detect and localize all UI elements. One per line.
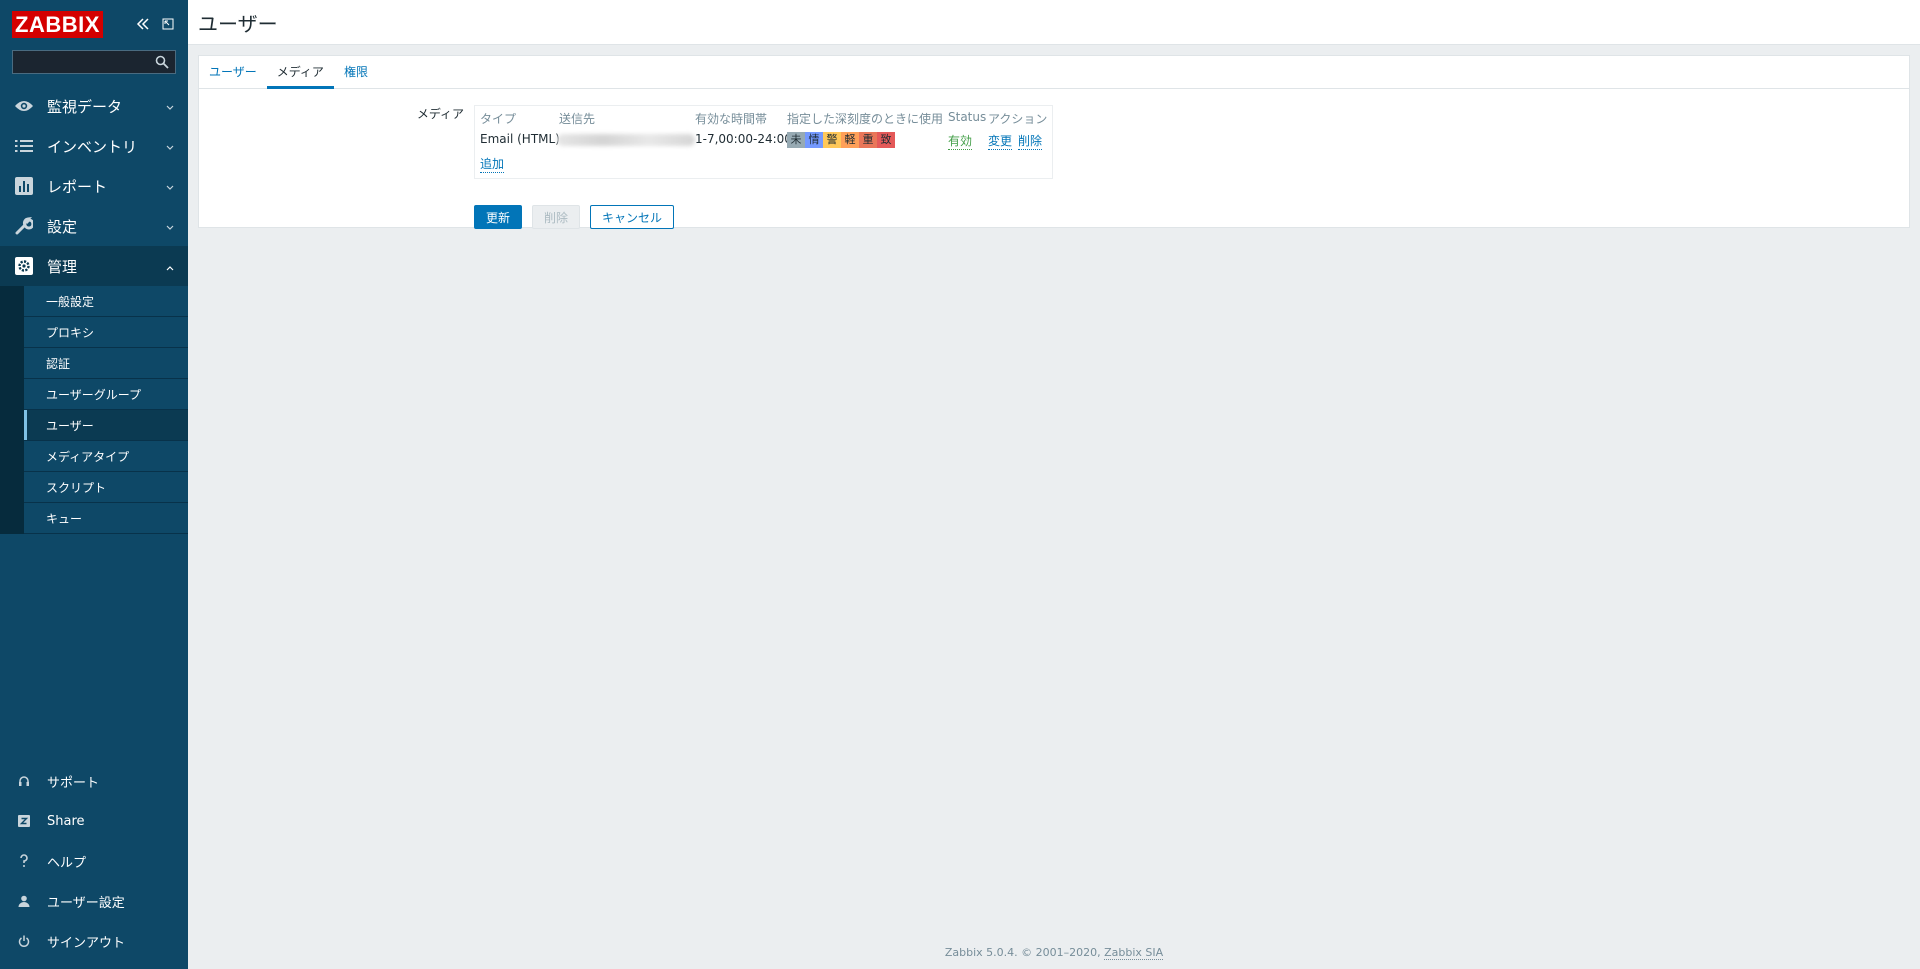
kiosk-mode-icon[interactable]	[162, 18, 174, 30]
main-content: ユーザー ユーザー メディア 権限 メディア タイプ 送信先 有効な時間帯 指定…	[188, 0, 1920, 969]
chart-icon	[14, 176, 34, 196]
user-form-panel: ユーザー メディア 権限 メディア タイプ 送信先 有効な時間帯 指定した深刻度…	[198, 55, 1910, 229]
support-link[interactable]: サポート	[0, 761, 188, 801]
help-link[interactable]: ヘルプ	[0, 841, 188, 881]
sign-out-link[interactable]: サインアウト	[0, 921, 188, 961]
search-icon[interactable]	[155, 55, 169, 72]
main-menu: 監視データ インベントリ レポート 設定 管理 一般設定 プロキシ 認証 ユーザ…	[0, 86, 188, 534]
zabbix-logo[interactable]: ZABBIX	[12, 10, 103, 38]
chevron-down-icon	[166, 140, 174, 154]
support-label: サポート	[47, 775, 100, 791]
sidebar-item-general[interactable]: 一般設定	[24, 286, 188, 317]
gear-icon	[14, 256, 34, 276]
page-title: ユーザー	[198, 11, 278, 36]
bottom-menu: サポート Share ヘルプ ユーザー設定 サインアウト	[0, 761, 188, 961]
help-icon	[16, 853, 32, 869]
sidebar-item-users[interactable]: ユーザー	[24, 410, 188, 441]
severity-badges: 未 情 警 軽 重 致	[787, 132, 895, 148]
sidebar-item-queue[interactable]: キュー	[24, 503, 188, 534]
user-icon	[16, 893, 32, 909]
sidebar-item-media-types[interactable]: メディアタイプ	[24, 441, 188, 472]
cancel-button[interactable]: キャンセル	[590, 205, 674, 229]
form-buttons: 更新 削除 キャンセル	[474, 205, 674, 229]
zabbix-sia-link[interactable]: Zabbix SIA	[1104, 946, 1164, 960]
sidebar-item-scripts[interactable]: スクリプト	[24, 472, 188, 503]
severity-average: 軽	[841, 132, 859, 148]
user-settings-label: ユーザー設定	[47, 895, 125, 911]
menu-item-configuration[interactable]: 設定	[0, 206, 188, 246]
status-enabled-link[interactable]: 有効	[948, 132, 973, 150]
media-label: メディア	[416, 107, 464, 121]
sidebar-tools	[136, 18, 174, 30]
footer-text: Zabbix 5.0.4. © 2001–2020,	[944, 946, 1105, 959]
severity-disaster: 致	[877, 132, 895, 148]
severity-high: 重	[859, 132, 877, 148]
share-link[interactable]: Share	[0, 801, 188, 841]
headset-icon	[16, 773, 32, 789]
remove-media-link[interactable]: 削除	[1018, 132, 1043, 150]
menu-item-inventory[interactable]: インベントリ	[0, 126, 188, 166]
power-icon	[16, 933, 32, 949]
sidebar: ZABBIX 監視データ インベントリ レポート 設定 管理 一般設定 プロキシ…	[0, 0, 188, 969]
media-table: タイプ 送信先 有効な時間帯 指定した深刻度のときに使用 Status アクショ…	[474, 105, 1053, 179]
menu-item-label: 設定	[47, 217, 78, 236]
sidebar-item-user-groups[interactable]: ユーザーグループ	[24, 379, 188, 410]
column-severity: 指定した深刻度のときに使用	[787, 112, 944, 126]
tab-permissions[interactable]: 権限	[334, 56, 378, 89]
edit-media-link[interactable]: 変更	[988, 132, 1013, 150]
logo-row: ZABBIX	[0, 0, 188, 48]
delete-button: 削除	[532, 205, 580, 229]
column-status: Status	[948, 110, 987, 124]
chevron-down-icon	[166, 100, 174, 114]
menu-item-reports[interactable]: レポート	[0, 166, 188, 206]
menu-item-administration[interactable]: 管理	[0, 246, 188, 286]
blurred-email	[557, 133, 695, 146]
eye-icon	[14, 96, 34, 116]
media-type-value: Email (HTML)	[480, 132, 560, 146]
period-value: 1-7,00:00-24:00	[695, 132, 792, 146]
severity-not-classified: 未	[787, 132, 805, 148]
severity-warning: 警	[823, 132, 841, 148]
update-button[interactable]: 更新	[474, 205, 522, 229]
admin-submenu: 一般設定 プロキシ 認証 ユーザーグループ ユーザー メディアタイプ スクリプト…	[0, 286, 188, 534]
user-settings-link[interactable]: ユーザー設定	[0, 881, 188, 921]
column-action: アクション	[988, 112, 1048, 126]
chevron-down-icon	[166, 180, 174, 194]
sign-out-label: サインアウト	[47, 935, 126, 951]
add-media-link[interactable]: 追加	[480, 155, 505, 173]
menu-item-label: 監視データ	[47, 97, 123, 116]
send-to-value	[557, 132, 695, 146]
search-input[interactable]	[13, 51, 175, 73]
share-icon	[16, 813, 32, 829]
tab-bar: ユーザー メディア 権限	[199, 56, 1909, 89]
help-label: ヘルプ	[47, 855, 87, 871]
tab-user[interactable]: ユーザー	[199, 56, 267, 89]
chevron-up-icon	[166, 260, 174, 274]
search-box	[12, 50, 176, 74]
page-header: ユーザー	[188, 0, 1920, 45]
menu-item-monitoring[interactable]: 監視データ	[0, 86, 188, 126]
column-type: タイプ	[480, 112, 517, 126]
menu-item-label: 管理	[47, 257, 78, 276]
menu-item-label: インベントリ	[47, 137, 138, 156]
collapse-sidebar-icon[interactable]	[136, 18, 150, 30]
share-label: Share	[47, 813, 85, 829]
tab-media[interactable]: メディア	[266, 56, 334, 89]
wrench-icon	[14, 216, 34, 236]
sidebar-item-authentication[interactable]: 認証	[24, 348, 188, 379]
footer: Zabbix 5.0.4. © 2001–2020, Zabbix SIA	[188, 946, 1920, 960]
sidebar-item-proxies[interactable]: プロキシ	[24, 317, 188, 348]
column-send-to: 送信先	[559, 112, 596, 126]
severity-information: 情	[805, 132, 823, 148]
list-icon	[14, 136, 34, 156]
chevron-down-icon	[166, 220, 174, 234]
column-period: 有効な時間帯	[695, 112, 768, 126]
menu-item-label: レポート	[47, 177, 108, 196]
